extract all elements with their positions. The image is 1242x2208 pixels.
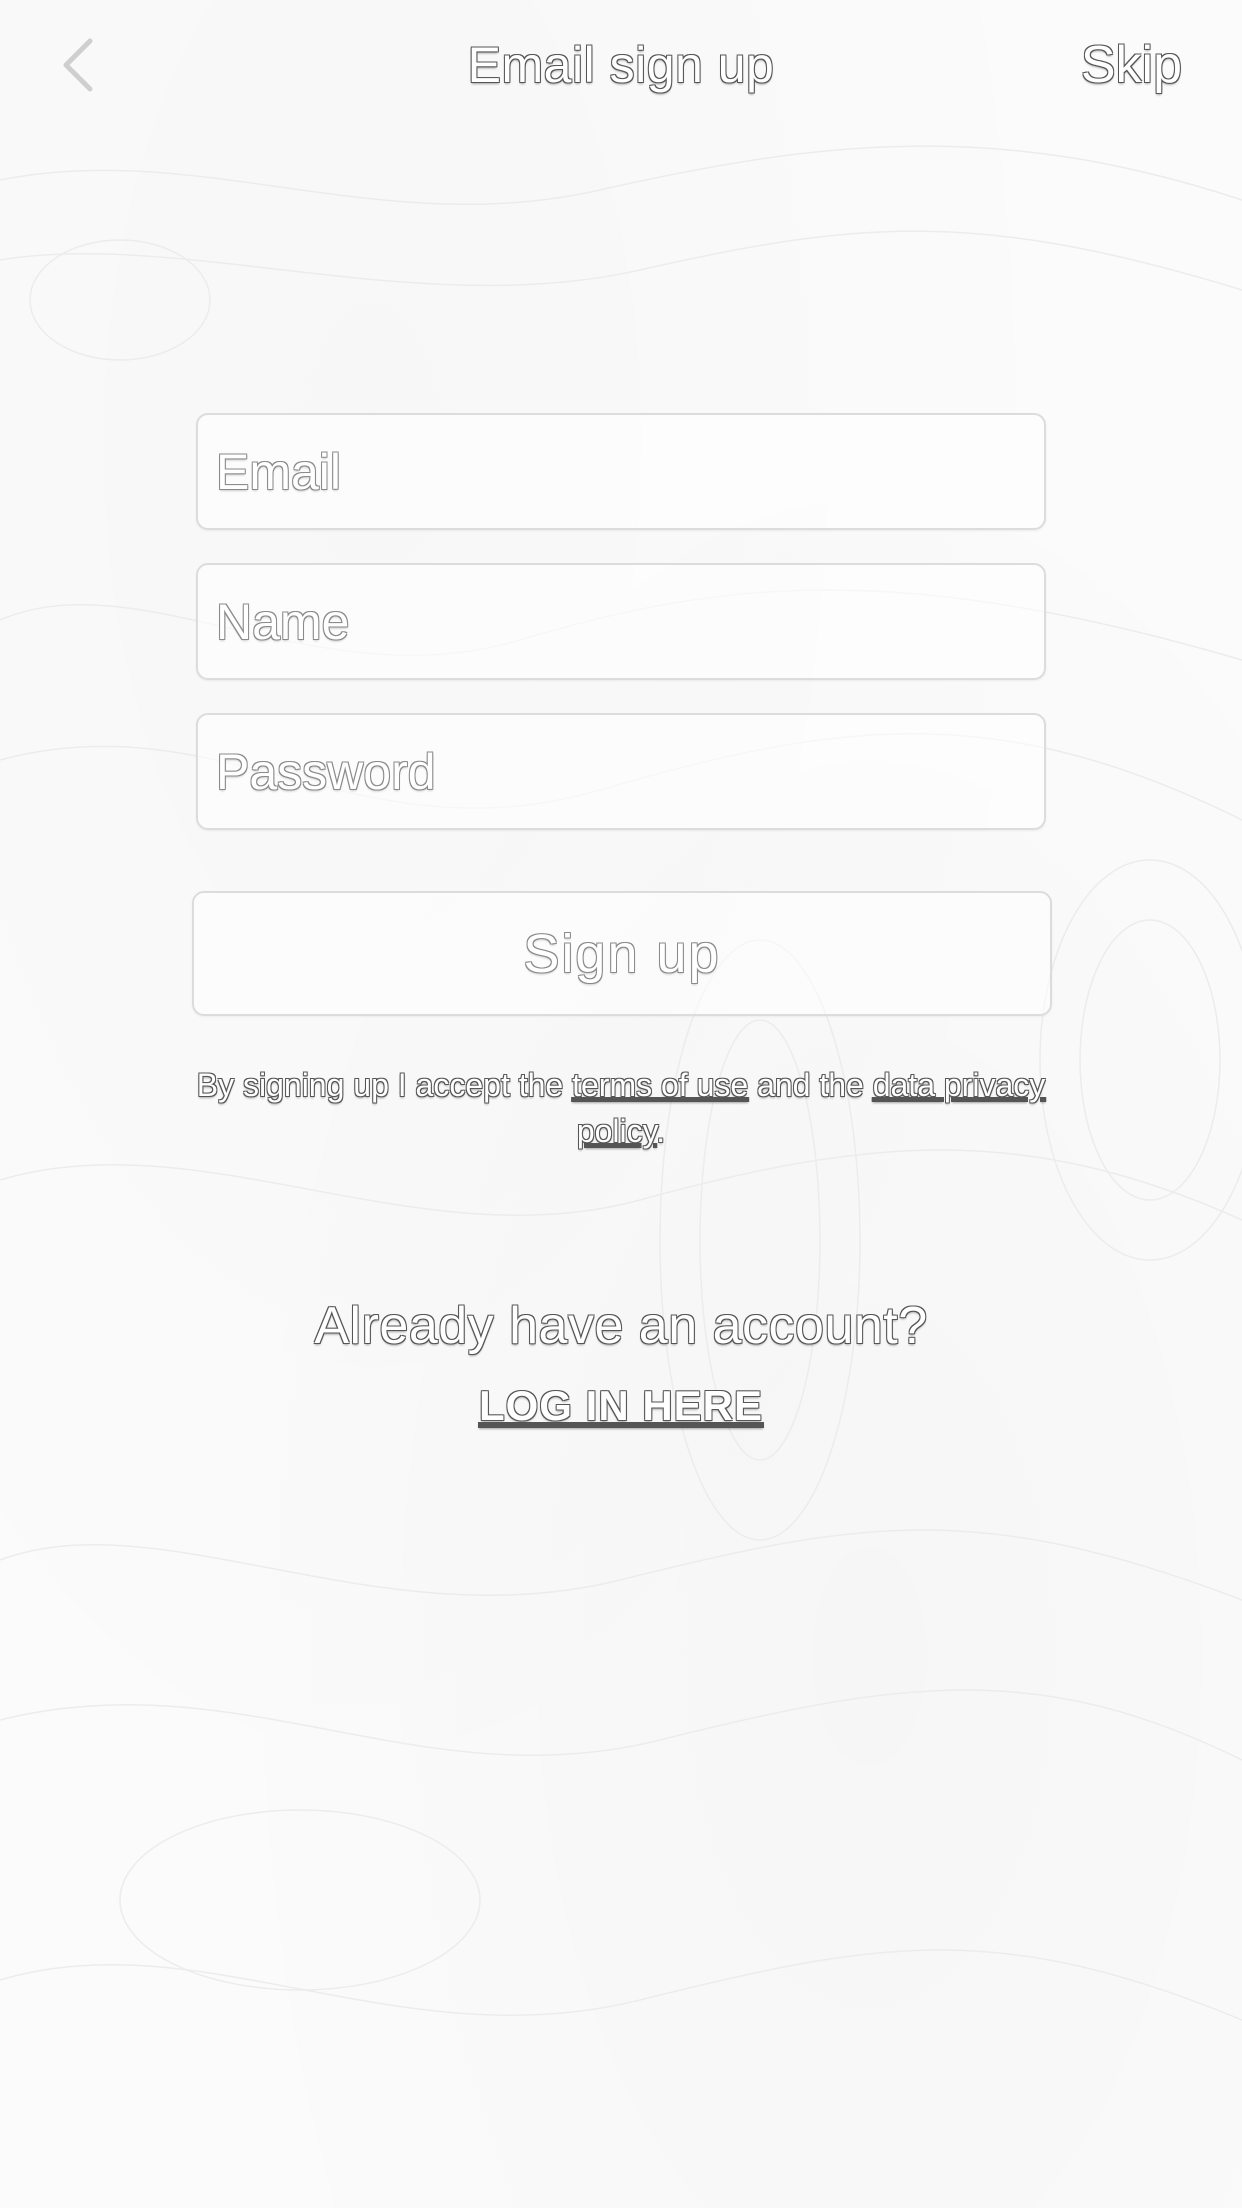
terms-suffix: .	[656, 1113, 666, 1149]
terms-middle: and the	[748, 1067, 873, 1103]
password-field[interactable]	[198, 715, 1044, 828]
email-field[interactable]	[198, 415, 1044, 528]
terms-text: By signing up I accept the terms of use …	[196, 1062, 1046, 1154]
email-field-container	[196, 413, 1046, 530]
name-field-container	[196, 563, 1046, 680]
terms-prefix: By signing up I accept the	[196, 1067, 573, 1103]
password-field-container	[196, 713, 1046, 830]
skip-button[interactable]: Skip	[1081, 32, 1182, 98]
name-field[interactable]	[198, 565, 1044, 678]
already-have-account-text: Already have an account?	[314, 1297, 928, 1355]
signup-form	[196, 413, 1046, 863]
login-link-container: LOG IN HERE	[0, 1378, 1242, 1434]
terms-of-use-link[interactable]: terms of use	[572, 1067, 748, 1103]
header: Email sign up Skip	[0, 0, 1242, 130]
signup-button[interactable]: Sign up	[192, 891, 1052, 1016]
signup-screen: Email sign up Skip Sign up By signing up…	[0, 0, 1242, 2208]
log-in-here-link[interactable]: LOG IN HERE	[479, 1382, 763, 1429]
page-title: Email sign up	[467, 37, 775, 93]
